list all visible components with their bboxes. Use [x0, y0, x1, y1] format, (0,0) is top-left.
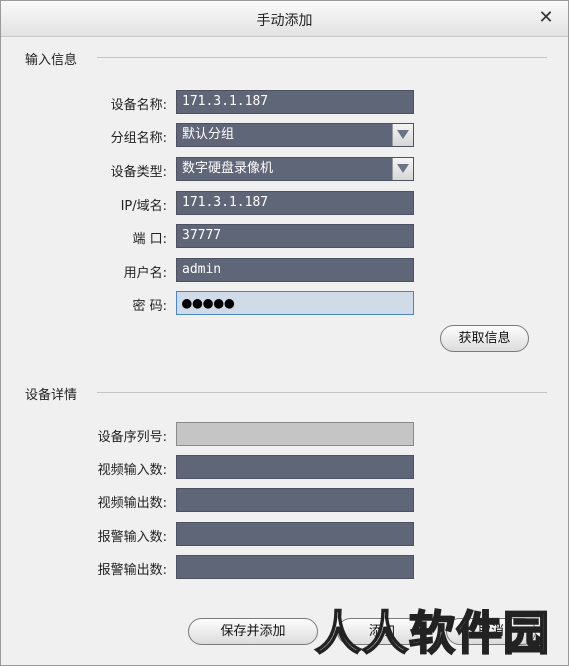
section-device-details: 设备详情 — [25, 388, 78, 403]
port-label: 端 口: — [132, 232, 167, 247]
group-name-select[interactable]: 默认分组 — [176, 123, 414, 147]
manual-add-dialog: 手动添加 ✕ 输入信息 设备名称: 171.3.1.187 分组名称: 默认分组… — [0, 0, 569, 666]
device-type-value: 数字硬盘录像机 — [182, 161, 274, 176]
alarm-in-input[interactable] — [176, 522, 414, 546]
chevron-down-icon[interactable] — [392, 158, 413, 180]
serial-input[interactable] — [176, 422, 414, 446]
section-divider — [97, 392, 547, 393]
section-divider — [97, 57, 547, 58]
ip-domain-input[interactable]: 171.3.1.187 — [176, 191, 414, 215]
device-name-label: 设备名称: — [110, 98, 167, 113]
username-label: 用户名: — [123, 266, 167, 281]
serial-label: 设备序列号: — [97, 430, 167, 445]
section-input-info: 输入信息 — [25, 53, 78, 68]
alarm-out-label: 报警输出数: — [97, 563, 167, 578]
window-title: 手动添加 — [256, 13, 313, 29]
save-and-add-button[interactable]: 保存并添加 — [188, 618, 318, 645]
alarm-out-input[interactable] — [176, 555, 414, 579]
video-out-label: 视频输出数: — [97, 496, 167, 511]
chevron-down-icon[interactable] — [392, 124, 413, 146]
alarm-in-label: 报警输入数: — [97, 530, 167, 545]
username-input[interactable]: admin — [176, 258, 414, 282]
video-in-label: 视频输入数: — [97, 463, 167, 478]
video-in-input[interactable] — [176, 455, 414, 479]
video-out-input[interactable] — [176, 488, 414, 512]
title-bar[interactable]: 手动添加 ✕ — [1, 1, 568, 37]
get-info-button[interactable]: 获取信息 — [440, 325, 529, 352]
device-name-input[interactable]: 171.3.1.187 — [176, 90, 414, 114]
close-icon[interactable]: ✕ — [538, 9, 554, 27]
ip-domain-label: IP/域名: — [120, 199, 167, 214]
port-input[interactable]: 37777 — [176, 224, 414, 248]
password-input[interactable]: ●●●●● — [176, 291, 414, 315]
watermark-logo: 人人软件园 — [314, 605, 550, 661]
group-name-value: 默认分组 — [182, 127, 235, 142]
password-label: 密 码: — [132, 299, 167, 314]
device-type-label: 设备类型: — [110, 165, 167, 180]
device-type-select[interactable]: 数字硬盘录像机 — [176, 157, 414, 181]
group-name-label: 分组名称: — [110, 131, 167, 146]
